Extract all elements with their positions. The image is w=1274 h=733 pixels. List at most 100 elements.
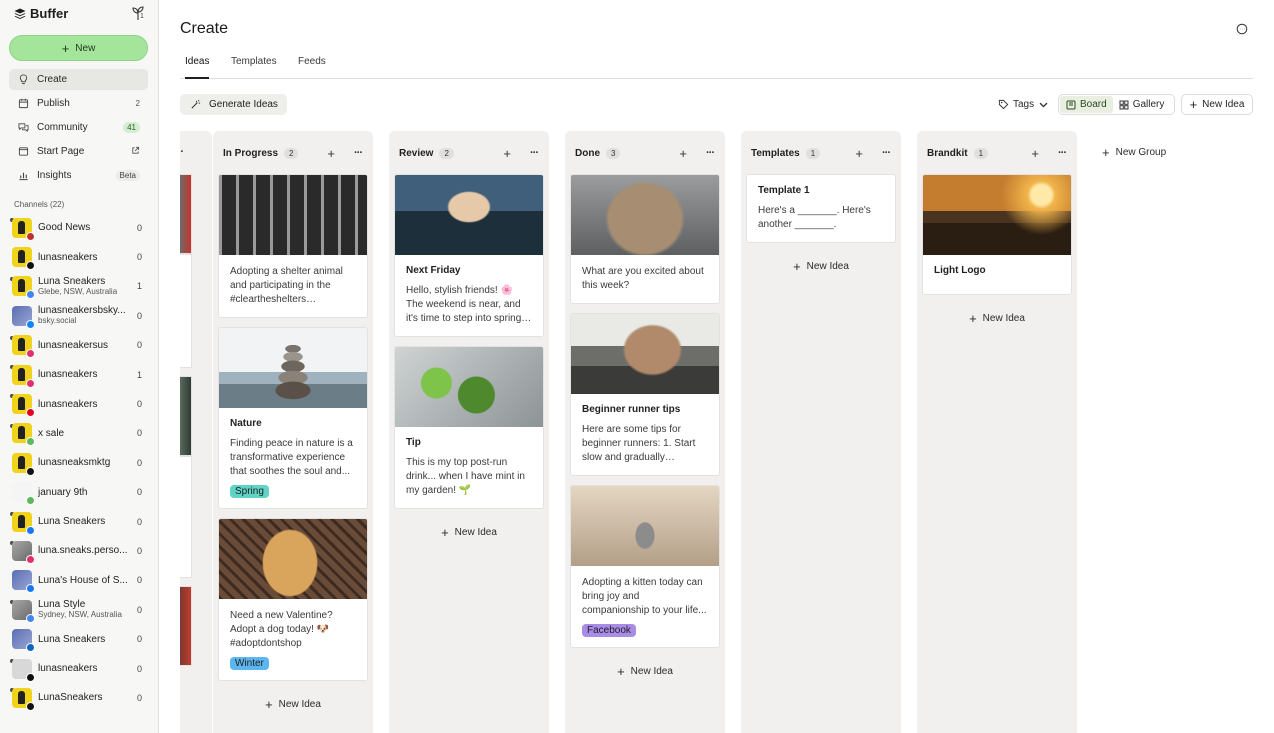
more-options-icon[interactable]: ··· — [1058, 147, 1067, 159]
card-body: Nature Finding peace in nature is a trans… — [219, 408, 367, 508]
more-options-icon[interactable]: ··· — [706, 147, 715, 159]
channel-item[interactable]: lunasneakers 0 — [9, 654, 148, 683]
channel-avatar — [12, 687, 35, 711]
ideas-board: ··· + New Group In Progress 2 + ··· Adop… — [180, 131, 1274, 733]
column-count: 1 — [805, 147, 821, 159]
idea-card[interactable]: Tip This is my top post-run drink... when… — [394, 346, 544, 509]
card-body: Beginner runner tips Here are some tips f… — [571, 394, 719, 475]
channel-item[interactable]: Good News 0 — [9, 213, 148, 242]
channel-avatar — [12, 599, 35, 623]
column-new-idea-button[interactable]: + New Idea — [394, 518, 544, 546]
generate-ideas-button[interactable]: Generate Ideas — [180, 94, 287, 115]
buffer-logo[interactable]: Buffer — [14, 6, 68, 21]
bar-chart-icon — [18, 170, 29, 181]
channel-avatar — [12, 511, 35, 535]
gallery-view-button[interactable]: Gallery — [1113, 96, 1171, 113]
nav-create[interactable]: Create — [9, 69, 148, 90]
channel-item[interactable]: lunasneakersbsky... bsky.social 0 — [9, 301, 148, 330]
tab-feeds[interactable]: Feeds — [298, 56, 326, 79]
nav-start-page[interactable]: Start Page — [9, 141, 148, 162]
channel-item[interactable]: lunasneakers 0 — [9, 242, 148, 271]
column-count: 2 — [284, 147, 299, 159]
chat-bubbles-icon — [18, 122, 29, 133]
more-options-icon[interactable]: ··· — [354, 147, 363, 159]
idea-card[interactable]: What are you excited about this week? — [570, 174, 720, 304]
notification-count: 1 — [140, 13, 144, 20]
channel-item[interactable]: january 9th 0 — [9, 478, 148, 507]
tab-ideas[interactable]: Ideas — [185, 56, 210, 79]
card-partial-body — [180, 456, 192, 578]
idea-card[interactable]: Light Logo — [922, 174, 1072, 295]
idea-card[interactable]: Template 1 Here's a _______. Here's anoth… — [746, 174, 896, 243]
idea-card[interactable]: Nature Finding peace in nature is a trans… — [218, 327, 368, 509]
channel-count: 0 — [136, 252, 142, 263]
new-group-button[interactable]: + New Group — [1102, 145, 1166, 160]
add-idea-icon[interactable]: + — [679, 146, 687, 161]
nav-insights[interactable]: Insights Beta — [9, 165, 148, 186]
channel-item[interactable]: Luna Sneakers 0 — [9, 507, 148, 536]
channel-item[interactable]: lunasneaksmktg 0 — [9, 448, 148, 477]
idea-image — [395, 347, 543, 427]
add-idea-icon[interactable]: + — [1031, 146, 1039, 161]
idea-card[interactable]: Adopting a shelter animal and participat… — [218, 174, 368, 318]
card-tag[interactable]: Winter — [230, 657, 269, 670]
network-icon — [26, 408, 35, 418]
column-title: In Progress — [223, 147, 279, 159]
more-options-icon[interactable]: ··· — [882, 147, 891, 159]
card-tag[interactable]: Facebook — [582, 624, 636, 637]
more-options-icon[interactable]: ··· — [180, 146, 184, 158]
view-toggle: Board Gallery — [1058, 94, 1175, 115]
channel-item[interactable]: lunasneakers 0 — [9, 389, 148, 418]
bulb-icon — [18, 74, 29, 85]
add-idea-icon[interactable]: + — [327, 146, 335, 161]
idea-card[interactable]: Adopting a kitten today can bring joy an… — [570, 485, 720, 648]
card-partial[interactable] — [180, 174, 192, 254]
magic-wand-icon — [191, 100, 201, 109]
nav-publish[interactable]: Publish 2 — [9, 93, 148, 114]
channel-avatar — [12, 570, 35, 594]
card-partial[interactable] — [180, 376, 192, 456]
column-title: Done — [575, 147, 600, 159]
column-title: Review — [399, 147, 434, 159]
channel-item[interactable]: lunasneakersus 0 — [9, 331, 148, 360]
channel-name: lunasneakers — [38, 369, 98, 381]
more-options-icon[interactable]: ··· — [530, 147, 539, 159]
card-tag[interactable]: Spring — [230, 485, 269, 498]
card-body: Adopting a kitten today can bring joy an… — [571, 566, 719, 647]
channel-item[interactable]: lunasneakers 1 — [9, 360, 148, 389]
channel-item[interactable]: Luna Sneakers Glebe, NSW, Australia 1 — [9, 272, 148, 301]
channel-item[interactable]: Luna Sneakers 0 — [9, 624, 148, 653]
column-new-idea-button[interactable]: + New Idea — [922, 304, 1072, 332]
network-icon — [26, 701, 35, 711]
channel-item[interactable]: x sale 0 — [9, 419, 148, 448]
card-partial[interactable] — [180, 586, 192, 666]
chat-support-icon[interactable] — [1236, 23, 1248, 35]
gallery-icon — [1119, 100, 1129, 109]
new-button[interactable]: + New — [9, 35, 148, 61]
column-new-idea-button[interactable]: + New Idea — [218, 690, 368, 718]
idea-card[interactable]: Need a new Valentine? Adopt a dog today!… — [218, 518, 368, 681]
tab-templates[interactable]: Templates — [231, 56, 277, 79]
new-idea-button[interactable]: + New Idea — [1181, 94, 1253, 115]
column-new-idea-button[interactable]: + New Idea — [570, 657, 720, 685]
plus-icon: + — [969, 310, 977, 326]
channel-item[interactable]: LunaSneakers 0 — [9, 683, 148, 712]
luna-figure — [18, 514, 25, 528]
add-idea-icon[interactable]: + — [855, 146, 863, 161]
column-new-idea-button[interactable]: + New Idea — [746, 252, 896, 280]
nav-community[interactable]: Community 41 — [9, 117, 148, 138]
board-view-button[interactable]: Board — [1060, 96, 1113, 113]
idea-image — [219, 519, 367, 599]
channel-item[interactable]: luna.sneaks.perso... 0 — [9, 536, 148, 565]
new-group-label: New Group — [1115, 147, 1167, 158]
tags-filter-button[interactable]: Tags — [998, 94, 1049, 115]
channel-avatar — [12, 364, 35, 388]
channel-item[interactable]: Luna's House of S... 0 — [9, 566, 148, 595]
idea-card[interactable]: Next Friday Hello, stylish friends! 🌸 The… — [394, 174, 544, 337]
card-list: What are you excited about this week? Beg… — [570, 174, 720, 685]
idea-card[interactable]: Beginner runner tips Here are some tips f… — [570, 313, 720, 476]
add-idea-icon[interactable]: + — [503, 146, 511, 161]
luna-figure — [18, 397, 25, 411]
channel-item[interactable]: Luna Style Sydney, NSW, Australia 0 — [9, 595, 148, 624]
column-title: Templates — [751, 147, 800, 159]
